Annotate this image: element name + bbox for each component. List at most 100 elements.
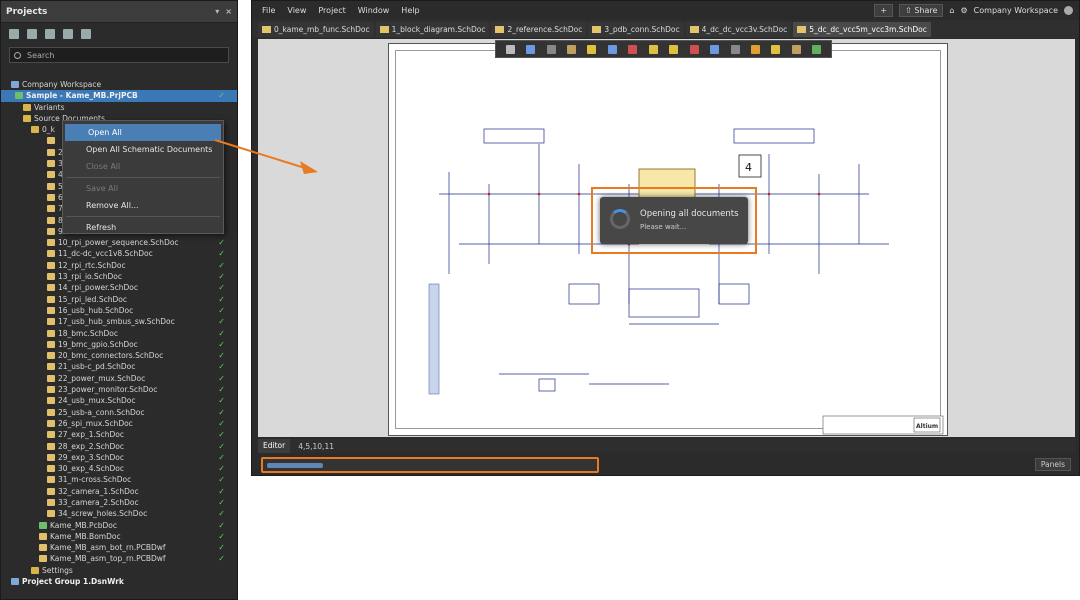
tree-item[interactable]: Variants — [1, 102, 237, 113]
tree-item[interactable]: 17_usb_hub_smbus_sw.SchDoc ✓ — [1, 316, 237, 327]
document-tab[interactable]: 1_block_diagram.SchDoc — [375, 21, 490, 37]
place-wire-icon[interactable] — [607, 44, 617, 54]
document-tab[interactable]: 5_dc_dc_vcc5m_vcc3m.SchDoc — [793, 21, 931, 37]
arc-icon[interactable] — [730, 44, 740, 54]
gear-icon[interactable]: ⚙ — [961, 6, 968, 15]
tree-item[interactable]: 27_exp_1.SchDoc ✓ — [1, 429, 237, 440]
gear-icon[interactable] — [81, 29, 91, 39]
open-folder-icon[interactable] — [63, 29, 73, 39]
share-button[interactable]: ⇧ Share — [899, 4, 944, 17]
tree-item[interactable]: Project Group 1.DsnWrk — [1, 576, 237, 587]
tree-item[interactable]: Kame_MB_asm_bot_rn.PCBDwf ✓ — [1, 542, 237, 553]
tree-item[interactable]: 12_rpi_rtc.SchDoc ✓ — [1, 260, 237, 271]
add-icon[interactable]: + — [874, 4, 894, 17]
tree-item[interactable]: Settings — [1, 565, 237, 576]
editor-tab[interactable]: Editor — [258, 439, 291, 453]
select-area-icon[interactable] — [546, 44, 556, 54]
sheet-entry-icon[interactable] — [771, 44, 781, 54]
tree-item[interactable]: 31_m-cross.SchDoc ✓ — [1, 474, 237, 485]
menu-item-remove-all[interactable]: Remove All... — [63, 197, 223, 214]
tree-item[interactable]: 10_rpi_power_sequence.SchDoc ✓ — [1, 237, 237, 248]
tree-item[interactable]: 29_exp_3.SchDoc ✓ — [1, 452, 237, 463]
tree-item[interactable]: 26_spi_mux.SchDoc ✓ — [1, 418, 237, 429]
document-tab[interactable]: 3_pdb_conn.SchDoc — [588, 21, 684, 37]
tree-item[interactable]: Kame_MB.PcbDoc ✓ — [1, 520, 237, 531]
schdoc-icon — [262, 25, 271, 33]
menu-item-refresh[interactable]: Refresh — [63, 219, 223, 236]
folder-icon — [23, 114, 31, 122]
document-icon — [47, 453, 55, 461]
workspace-icon — [11, 81, 19, 88]
device-sheet-icon[interactable] — [791, 44, 801, 54]
tree-item[interactable]: 28_exp_2.SchDoc ✓ — [1, 441, 237, 452]
tree-item-label: 16_usb_hub.SchDoc — [58, 305, 134, 315]
tree-item[interactable]: 19_bmc_gpio.SchDoc ✓ — [1, 339, 237, 350]
tree-item-label: Project Group 1.DsnWrk — [22, 577, 124, 587]
save-all-icon[interactable] — [27, 29, 37, 39]
tree-item-label: 0_k — [42, 125, 55, 135]
search-input[interactable]: Search — [9, 47, 229, 63]
checkmark-icon: ✓ — [218, 430, 225, 440]
document-tab[interactable]: 0_kame_mb_func.SchDoc — [258, 21, 374, 37]
menu-item-open-all-schematic-documents[interactable]: Open All Schematic Documents — [63, 141, 223, 158]
tree-item[interactable]: 18_bmc.SchDoc ✓ — [1, 328, 237, 339]
panels-button[interactable]: Panels — [1034, 458, 1071, 471]
save-icon[interactable] — [9, 29, 19, 39]
schematic-canvas[interactable]: 4 Altium Opening all documents Please wa… — [258, 39, 1075, 437]
tree-item[interactable]: Kame_MB_asm_top_rn.PCBDwf ✓ — [1, 553, 237, 564]
menu-help[interactable]: Help — [401, 6, 419, 15]
text-icon[interactable] — [710, 44, 720, 54]
directive-icon[interactable] — [689, 44, 699, 54]
menu-view[interactable]: View — [287, 6, 306, 15]
tree-item[interactable]: 30_exp_4.SchDoc ✓ — [1, 463, 237, 474]
avatar[interactable] — [1064, 6, 1073, 15]
checkmark-icon: ✓ — [218, 509, 225, 519]
panel-menu-icon[interactable]: ▾ — [215, 7, 219, 16]
document-tab[interactable]: 2_reference.SchDoc — [491, 21, 587, 37]
tree-item[interactable]: 34_screw_holes.SchDoc ✓ — [1, 508, 237, 519]
tree-item[interactable]: 33_camera_2.SchDoc ✓ — [1, 497, 237, 508]
workspace-label[interactable]: Company Workspace — [974, 6, 1058, 15]
tree-item[interactable]: 16_usb_hub.SchDoc ✓ — [1, 305, 237, 316]
sheet-symbol-icon[interactable] — [750, 44, 760, 54]
open-project-icon[interactable] — [45, 29, 55, 39]
place-component-icon[interactable] — [587, 44, 597, 54]
tree-item[interactable]: 15_rpi_led.SchDoc ✓ — [1, 294, 237, 305]
document-icon — [47, 431, 55, 439]
document-icon — [47, 160, 55, 168]
menu-window[interactable]: Window — [358, 6, 390, 15]
align-icon[interactable] — [567, 44, 577, 54]
tree-item[interactable]: 25_usb-a_conn.SchDoc ✓ — [1, 407, 237, 418]
tree-item[interactable]: 23_power_monitor.SchDoc ✓ — [1, 384, 237, 395]
menu-item-close-all[interactable]: Close All — [63, 158, 223, 175]
tree-item-label: 22_power_mux.SchDoc — [58, 373, 146, 383]
schdoc-icon — [689, 25, 699, 33]
filter-icon[interactable] — [505, 44, 515, 54]
document-tab[interactable]: 4_dc_dc_vcc3v.SchDoc — [685, 21, 792, 37]
menu-item-save-all[interactable]: Save All — [63, 180, 223, 197]
menu-item-open-all[interactable]: Open All — [65, 124, 221, 141]
tree-item[interactable]: 20_bmc_connectors.SchDoc ✓ — [1, 350, 237, 361]
power-port-icon[interactable] — [628, 44, 638, 54]
tree-item[interactable]: 32_camera_1.SchDoc ✓ — [1, 486, 237, 497]
tree-item[interactable]: Kame_MB.BomDoc ✓ — [1, 531, 237, 542]
menu-project[interactable]: Project — [318, 6, 345, 15]
tree-item[interactable]: 22_power_mux.SchDoc ✓ — [1, 373, 237, 384]
comment-icon[interactable] — [812, 44, 822, 54]
port-icon[interactable] — [669, 44, 679, 54]
tree-item[interactable]: 13_rpi_io.SchDoc ✓ — [1, 271, 237, 282]
tree-item[interactable]: 11_dc-dc_vcc1v8.SchDoc ✓ — [1, 248, 237, 259]
panel-close-icon[interactable]: × — [225, 7, 232, 16]
projects-toolbar — [1, 23, 237, 45]
menu-file[interactable]: File — [262, 6, 275, 15]
tree-item[interactable]: 24_usb_mux.SchDoc ✓ — [1, 395, 237, 406]
checkmark-icon: ✓ — [218, 294, 225, 304]
tree-item[interactable]: 14_rpi_power.SchDoc ✓ — [1, 282, 237, 293]
harness-icon[interactable] — [648, 44, 658, 54]
tree-item[interactable]: 21_usb-c_pd.SchDoc ✓ — [1, 361, 237, 372]
tree-item[interactable]: Company Workspace — [1, 79, 237, 90]
tree-item[interactable]: Sample - Kame_MB.PrjPCB ✓ — [1, 90, 237, 102]
home-icon[interactable]: ⌂ — [949, 6, 954, 15]
move-icon[interactable] — [526, 44, 536, 54]
document-icon — [47, 193, 55, 201]
